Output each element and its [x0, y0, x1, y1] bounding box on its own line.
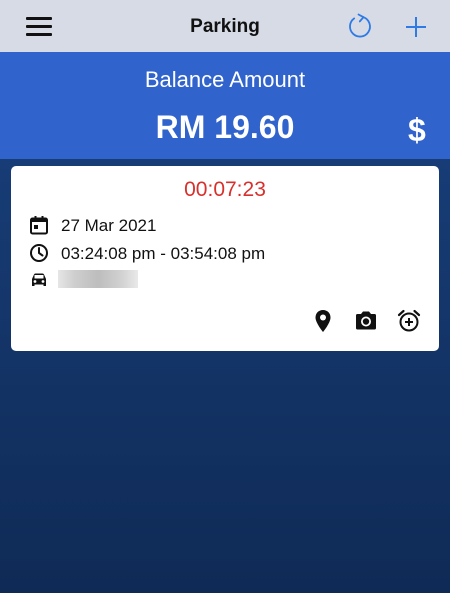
camera-icon[interactable] [353, 308, 379, 334]
clock-icon [30, 244, 48, 262]
vehicle-plate-redacted [58, 270, 138, 288]
balance-panel: Balance Amount RM 19.60 $ [0, 52, 450, 159]
balance-label: Balance Amount [144, 67, 306, 92]
balance-amount: RM 19.60 [155, 109, 295, 145]
parking-session-card[interactable]: 00:07:23 27 Mar 2021 03:24:08 pm - 03:54… [11, 166, 439, 351]
top-navigation-bar: Parking [0, 0, 450, 52]
refresh-icon[interactable] [346, 12, 374, 40]
page-title: Parking [190, 16, 260, 37]
location-pin-icon[interactable] [310, 308, 336, 334]
elapsed-timer: 00:07:23 [184, 178, 266, 201]
plus-icon[interactable] [404, 15, 428, 39]
session-time-range: 03:24:08 pm - 03:54:08 pm [61, 244, 266, 263]
session-date: 27 Mar 2021 [61, 216, 157, 235]
calendar-icon [30, 216, 48, 235]
add-alarm-icon[interactable] [396, 308, 422, 334]
car-icon [32, 273, 46, 286]
dollar-icon[interactable]: $ [408, 112, 426, 149]
